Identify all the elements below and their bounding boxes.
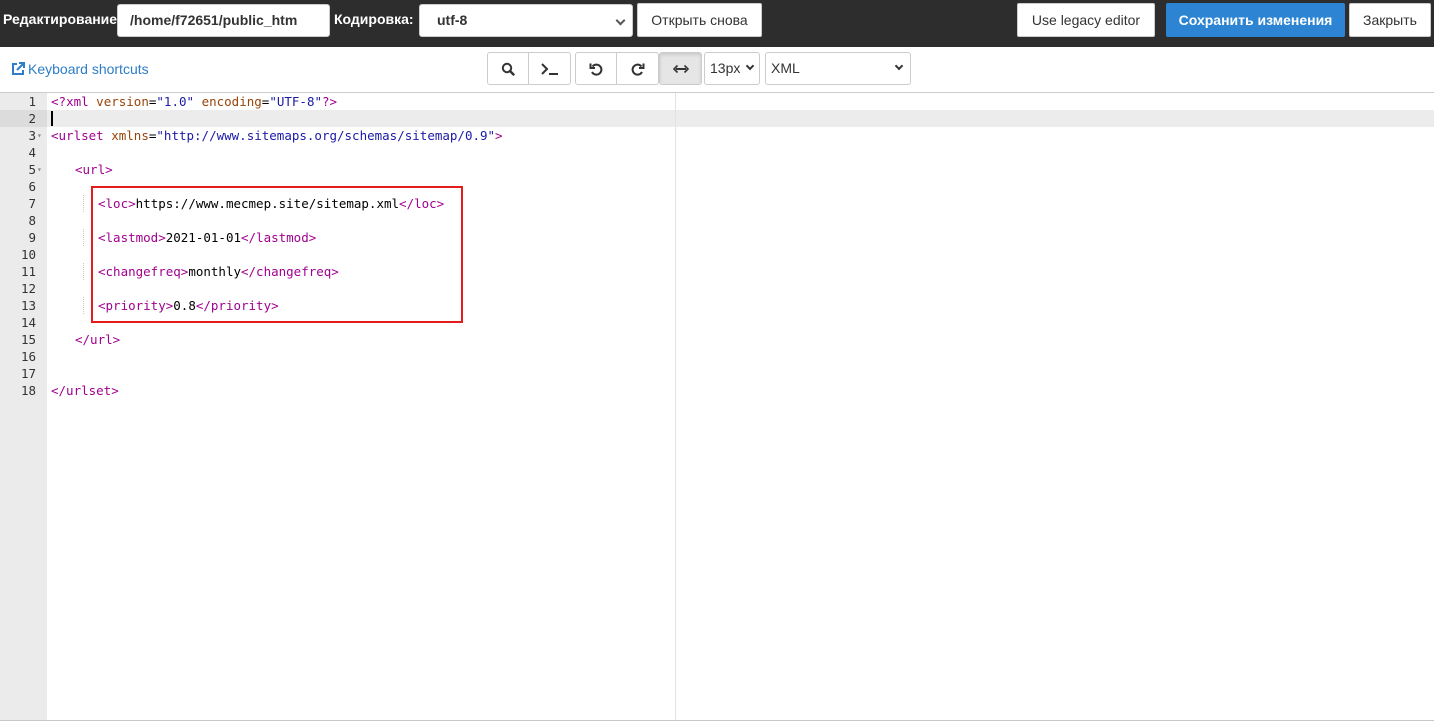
line-number: 12	[20, 281, 36, 296]
line-number: 4	[28, 145, 36, 160]
line-number: 18	[20, 383, 36, 398]
font-size-value: 13px	[710, 60, 741, 76]
close-button[interactable]: Закрыть	[1349, 3, 1431, 37]
file-path-field[interactable]: /home/f72651/public_htm	[117, 4, 330, 37]
print-margin	[675, 93, 676, 720]
line-number: 8	[28, 213, 36, 228]
top-bar: Редактирование: /home/f72651/public_htm …	[0, 0, 1434, 47]
fold-arrow-icon[interactable]: ▾	[37, 127, 42, 144]
line-number: 13	[20, 298, 36, 313]
code-editor[interactable]: 1 2 3 4 5 6 7 8 9 10 11 12 13 14 15 16 17 18 ▾ ▾ <?xml ve…	[0, 93, 1434, 720]
undo-icon	[589, 63, 603, 76]
indent-guide	[83, 297, 84, 314]
text-cursor	[51, 111, 53, 126]
code-line-3: <urlset xmlns="http://www.sitemaps.org/s…	[51, 128, 503, 143]
search-icon	[501, 62, 515, 76]
code-line-18: </urlset>	[51, 383, 119, 398]
search-button[interactable]	[488, 53, 529, 84]
legacy-editor-button[interactable]: Use legacy editor	[1017, 3, 1155, 37]
line-number: 7	[28, 196, 36, 211]
active-line-highlight	[47, 110, 1434, 127]
redo-icon	[631, 63, 644, 76]
font-size-select[interactable]: 13px	[704, 52, 760, 85]
keyboard-shortcuts-link[interactable]: Keyboard shortcuts	[11, 61, 149, 77]
line-number: 10	[20, 247, 36, 262]
undo-redo-group	[575, 52, 659, 85]
horizontal-arrows-icon	[672, 64, 689, 73]
wrap-group	[659, 52, 702, 85]
mode-select[interactable]: XML	[765, 52, 911, 85]
terminal-button[interactable]	[529, 53, 570, 84]
indent-guide	[83, 263, 84, 280]
fold-arrow-icon[interactable]: ▾	[37, 161, 42, 178]
line-number: 17	[20, 366, 36, 381]
line-number: 3	[28, 128, 36, 143]
line-number: 16	[20, 349, 36, 364]
external-link-icon	[12, 62, 25, 75]
indent-guide	[83, 195, 84, 212]
encoding-value: utf-8	[437, 12, 468, 28]
line-number: 1	[28, 94, 36, 109]
word-wrap-toggle[interactable]	[660, 53, 701, 84]
line-number: 15	[20, 332, 36, 347]
line-number: 5	[28, 162, 36, 177]
code-line-1: <?xml version="1.0" encoding="UTF-8"?>	[51, 94, 338, 109]
bottom-spacer	[0, 721, 1434, 725]
code-line-11: <changefreq>monthly</changefreq>	[98, 264, 339, 279]
undo-button[interactable]	[576, 53, 617, 84]
chevron-down-icon	[894, 61, 904, 71]
editor-toolbar: Keyboard shortcuts 13px XML	[0, 47, 1434, 93]
code-line-5: <url>	[75, 162, 113, 177]
line-number: 2	[28, 111, 36, 126]
code-line-15: </url>	[75, 332, 121, 347]
line-number: 11	[20, 264, 36, 279]
mode-value: XML	[771, 60, 800, 76]
reopen-button[interactable]: Открыть снова	[637, 3, 762, 37]
terminal-icon	[540, 62, 558, 75]
save-changes-button[interactable]: Сохранить изменения	[1166, 3, 1345, 37]
encoding-select[interactable]: utf-8	[419, 4, 633, 37]
chevron-down-icon	[745, 61, 755, 71]
redo-button[interactable]	[617, 53, 658, 84]
keyboard-shortcuts-label: Keyboard shortcuts	[28, 61, 149, 77]
line-number: 14	[20, 315, 36, 330]
line-number: 6	[28, 179, 36, 194]
chevron-down-icon	[615, 15, 626, 26]
editing-label: Редактирование:	[3, 11, 122, 27]
indent-guide	[83, 229, 84, 246]
code-line-13: <priority>0.8</priority>	[98, 298, 279, 313]
code-line-9: <lastmod>2021-01-01</lastmod>	[98, 230, 317, 245]
encoding-label: Кодировка:	[334, 11, 414, 27]
line-number: 9	[28, 230, 36, 245]
search-terminal-group	[487, 52, 571, 85]
code-line-7: <loc>https://www.mecmep.site/sitemap.xml…	[98, 196, 445, 211]
